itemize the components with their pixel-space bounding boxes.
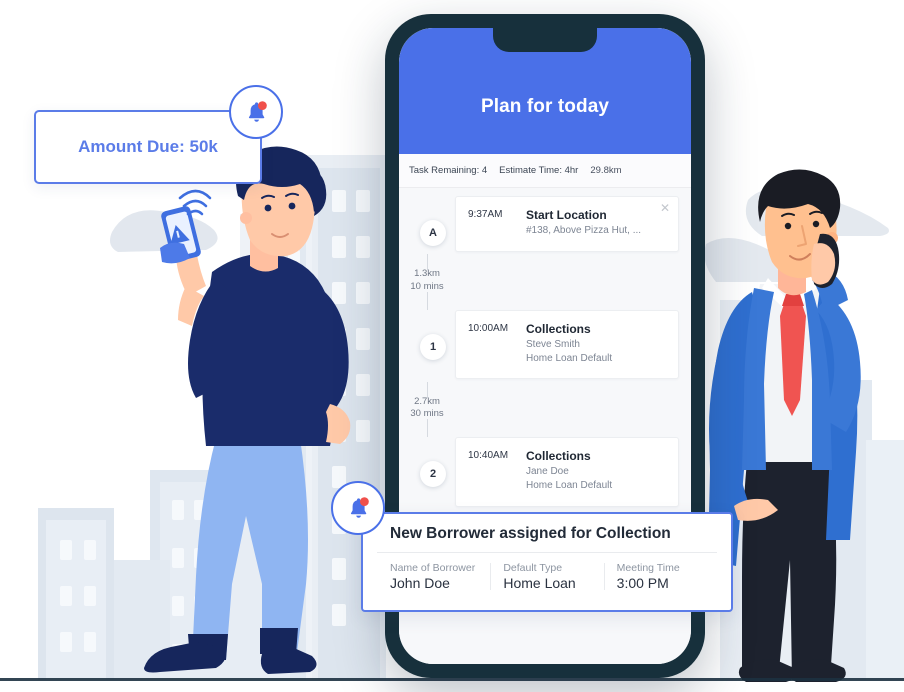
- route-card-collections-1[interactable]: 10:00AM Collections Steve Smith Home Loa…: [455, 309, 679, 380]
- route-card-time: 9:37AM: [468, 209, 503, 220]
- default-type-column: Default Type Home Loan: [490, 562, 603, 591]
- route-marker-a: A: [420, 220, 446, 246]
- stats-bar: Task Remaining: 4 Estimate Time: 4hr 29.…: [399, 154, 691, 188]
- default-type-label: Default Type: [503, 562, 563, 574]
- leg-distance-1: 1.3km: [414, 267, 440, 279]
- meeting-time-label: Meeting Time: [616, 562, 680, 574]
- route-card-title: Collections: [526, 321, 591, 336]
- route-card-collections-2[interactable]: 10:40AM Collections Jane Doe Home Loan D…: [455, 437, 679, 507]
- stat-total-distance: 29.8km: [590, 165, 622, 176]
- route-card-loan-type: Home Loan Default: [526, 480, 613, 492]
- phone-notch: [493, 28, 597, 52]
- route-step-1[interactable]: 1 10:00AM Collections Steve Smith Home L…: [399, 309, 691, 380]
- route-leg-2: 2.7km 30 mins: [399, 379, 691, 438]
- route-card-start-location[interactable]: ✕ 9:37AM Start Location #138, Above Pizz…: [455, 196, 679, 252]
- leg-line-bottom: [426, 419, 428, 438]
- borrower-name-label: Name of Borrower: [390, 562, 476, 574]
- route-step-2[interactable]: 2 10:40AM Collections Jane Doe Home Loan…: [399, 437, 691, 507]
- route-leg-1: 1.3km 10 mins: [399, 252, 691, 310]
- meeting-time-column: Meeting Time 3:00 PM: [603, 562, 717, 591]
- amount-due-card[interactable]: Amount Due: 50k: [34, 110, 262, 184]
- leg-col-2: 2.7km 30 mins: [399, 381, 455, 438]
- new-borrower-title: New Borrower assigned for Collection: [390, 525, 671, 542]
- route-step-a[interactable]: A ✕ 9:37AM Start Location #138, Above Pi…: [399, 196, 691, 252]
- bell-icon: [350, 497, 369, 518]
- route-card-person: Steve Smith: [526, 338, 580, 350]
- route-card-loan-type: Home Loan Default: [526, 352, 613, 364]
- borrower-name-column: Name of Borrower John Doe: [377, 562, 490, 591]
- route-card-time: 10:00AM: [468, 322, 509, 334]
- borrower-name-value: John Doe: [390, 575, 450, 591]
- leg-col-1: 1.3km 10 mins: [399, 253, 455, 310]
- bell-icon: [248, 101, 267, 122]
- new-borrower-card[interactable]: New Borrower assigned for Collection Nam…: [361, 512, 733, 612]
- default-type-value: Home Loan: [503, 575, 576, 591]
- route-marker-1: 1: [420, 333, 446, 360]
- route-card-title: Start Location: [526, 208, 607, 222]
- amount-due-label: Amount Due: 50k: [78, 137, 218, 156]
- route-marker-2: 2: [420, 461, 446, 488]
- route-card-time: 10:40AM: [468, 450, 509, 462]
- route-card-person: Jane Doe: [526, 466, 569, 478]
- bell-notification-icon-bottom[interactable]: [331, 481, 385, 535]
- stat-estimate-time: Estimate Time: 4hr: [499, 165, 579, 176]
- borrower-detail-columns: Name of Borrower John Doe Default Type H…: [363, 553, 731, 591]
- route-card-address: #138, Above Pizza Hut, ...: [526, 225, 642, 236]
- bell-notification-icon-top[interactable]: [229, 85, 283, 139]
- stat-task-remaining: Task Remaining: 4: [409, 165, 488, 176]
- app-header: Plan for today: [399, 28, 691, 154]
- illustration-scene: Plan for today Task Remaining: 4 Estimat…: [0, 0, 904, 692]
- leg-duration-1: 10 mins: [410, 280, 444, 292]
- route-card-title: Collections: [526, 449, 591, 464]
- close-icon[interactable]: ✕: [660, 202, 670, 214]
- meeting-time-value: 3:00 PM: [616, 575, 669, 591]
- page-title: Plan for today: [480, 96, 610, 117]
- leg-duration-2: 30 mins: [410, 408, 444, 420]
- leg-line-bottom: [426, 291, 428, 310]
- leg-distance-2: 2.7km: [414, 395, 440, 407]
